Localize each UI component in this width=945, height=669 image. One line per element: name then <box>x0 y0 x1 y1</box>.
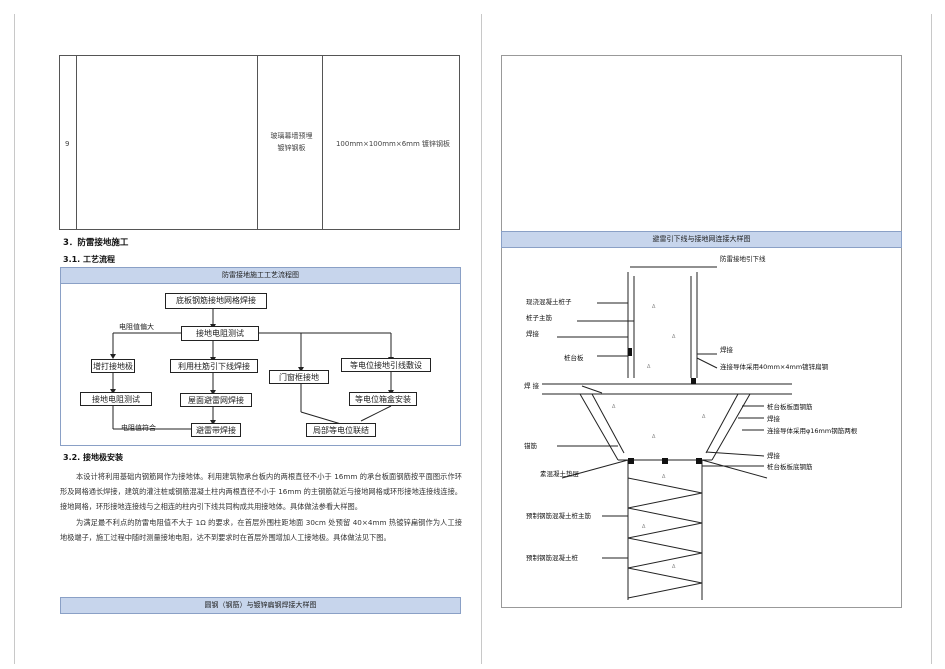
flow-step-resistance-test: 接地电阻测试 <box>181 326 259 341</box>
flow-step-local-bonding: 局部等电位联结 <box>306 423 376 437</box>
label-cap-top-bar: 桩台板板面钢筋 <box>767 403 813 411</box>
table-col-divider <box>257 56 258 229</box>
table-row-number: 9 <box>65 140 70 148</box>
table-item-name: 玻璃幕墙预埋 镀锌钢板 <box>270 132 313 152</box>
table-item-spec: 100mm×100mm×6mm 镀锌钢板 <box>335 140 451 148</box>
flow-step-grid-weld: 底板钢筋接地网格焊接 <box>165 293 267 309</box>
label-pile-cap: 桩台板 <box>564 354 584 362</box>
flow-step-window-frame: 门窗框接地 <box>269 370 329 384</box>
paragraph-grounding-design: 本设计将利用基础内钢筋网作为接地体。利用建筑物承台板内的两根直径不小于 16mm… <box>60 472 462 512</box>
svg-text:Δ: Δ <box>672 564 676 570</box>
body-text: 本设计将利用基础内钢筋网作为接地体。利用建筑物承台板内的两根直径不小于 16mm… <box>60 469 462 545</box>
svg-text:Δ: Δ <box>652 434 656 440</box>
table-col-divider <box>322 56 323 229</box>
svg-text:Δ: Δ <box>647 364 651 370</box>
label-weld-4: 焊接 <box>767 452 780 460</box>
flow-step-retest: 接地电阻测试 <box>80 392 152 406</box>
subsection-title-electrode: 3.2. 接地极安装 <box>63 453 123 462</box>
left-page-right-margin-line <box>481 14 482 664</box>
label-weld-note: 焊接 <box>720 346 733 354</box>
right-page-margin-line <box>931 14 932 664</box>
flowchart-caption-bar: 防雷接地施工工艺流程图 <box>60 267 461 284</box>
flowchart: 底板钢筋接地网格焊接 接地电阻测试 电阻值偏大 增打接地极 接地电阻测试 电阻值… <box>60 284 461 446</box>
paragraph-resistance-requirement: 为满足最不利点的防雷电阻值不大于 1Ω 的要求，在首层外围柱距地面 30cm 处… <box>60 517 462 542</box>
label-round-bar: 连接导体采用φ16mm钢筋两根 <box>767 427 858 435</box>
label-cast-pile: 现浇混凝土桩子 <box>526 298 572 306</box>
label-anchor-bar: 锚筋 <box>524 442 537 450</box>
bottom-caption-bar: 圆钢（钢筋）与镀锌扁钢焊接大样图 <box>60 597 461 614</box>
label-main-bar: 桩子主筋 <box>526 314 552 322</box>
label-precast-pile: 预制钢筋混凝土桩 <box>526 554 578 562</box>
flow-step-roof-grid: 屋面避雷网焊接 <box>180 393 252 407</box>
table-col-divider <box>76 56 77 229</box>
detail-caption-bar: 避雷引下线与接地网连接大样图 <box>501 231 902 248</box>
flow-condition-ok: 电阻值符合 <box>121 424 156 432</box>
flow-step-add-electrode: 增打接地极 <box>91 359 135 373</box>
svg-text:Δ: Δ <box>652 304 656 310</box>
svg-text:Δ: Δ <box>662 474 666 480</box>
flow-condition-high: 电阻值偏大 <box>119 323 154 331</box>
svg-text:Δ: Δ <box>642 524 646 530</box>
subsection-title-process: 3.1. 工艺流程 <box>63 255 115 264</box>
label-weld-1: 焊接 <box>526 330 539 338</box>
flow-step-lightning-belt: 避雷带焊接 <box>191 423 241 437</box>
flow-step-equipotential-lead: 等电位接地引线敷设 <box>341 358 431 372</box>
label-precast-main-bar: 预制钢筋混凝土桩主筋 <box>526 512 591 520</box>
section-title: 3．防雷接地施工 <box>63 238 129 248</box>
label-down-lead: 防雷接地引下线 <box>720 255 766 263</box>
svg-text:Δ: Δ <box>702 414 706 420</box>
label-weld-2: 焊 接 <box>524 382 540 390</box>
label-cap-bottom-bar: 桩台板板底钢筋 <box>767 463 813 471</box>
flow-step-equipotential-box: 等电位箱盒安装 <box>349 392 417 406</box>
empty-figure-frame <box>501 55 902 231</box>
material-table: 9 玻璃幕墙预埋 镀锌钢板 100mm×100mm×6mm 镀锌钢板 <box>59 55 460 230</box>
grounding-detail-drawing: ΔΔΔ ΔΔΔ ΔΔΔ 防雷接地引下线 现浇混凝土桩子 桩子主筋 焊接 桩台板 … <box>501 248 902 608</box>
svg-text:Δ: Δ <box>672 334 676 340</box>
left-page-margin-line <box>14 14 15 664</box>
svg-text:Δ: Δ <box>612 404 616 410</box>
label-plain-concrete: 素混凝土垫层 <box>540 470 579 478</box>
flow-step-column-downlead: 利用柱筋引下线焊接 <box>170 359 258 373</box>
label-weld-3: 焊接 <box>767 415 780 423</box>
label-flat-steel: 连接导体采用40mm×4mm镀锌扁钢 <box>720 363 829 371</box>
